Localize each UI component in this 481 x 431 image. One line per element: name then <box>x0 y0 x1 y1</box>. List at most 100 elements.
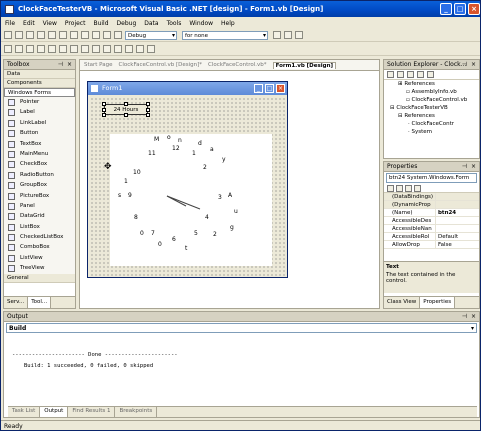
bring-to-front-icon[interactable] <box>136 45 144 53</box>
toolbox-item-linklabel[interactable]: LinkLabel <box>4 117 75 129</box>
tab-class-view[interactable]: Class View <box>384 297 421 308</box>
add-item-icon[interactable] <box>15 31 23 39</box>
refresh-icon[interactable] <box>407 71 414 78</box>
menu-debug[interactable]: Debug <box>117 20 137 27</box>
undo-icon[interactable] <box>92 31 100 39</box>
menu-view[interactable]: View <box>43 20 57 27</box>
toolbox-item-listview[interactable]: ListView <box>4 252 75 264</box>
center-horizontally-icon[interactable] <box>125 45 133 53</box>
align-tops-icon[interactable] <box>37 45 45 53</box>
align-rights-icon[interactable] <box>26 45 34 53</box>
toolbox-section-data[interactable]: Data <box>4 70 75 79</box>
toolbox-section-general[interactable]: General <box>4 273 75 283</box>
toolbox-icon[interactable] <box>295 31 303 39</box>
align-lefts-icon[interactable] <box>4 45 12 53</box>
toolbox-item-mainmenu[interactable]: MainMenu <box>4 148 75 160</box>
menu-project[interactable]: Project <box>65 20 86 27</box>
tree-item-references[interactable]: ⊟ References <box>384 112 479 120</box>
menu-tools[interactable]: Tools <box>167 20 182 27</box>
maximize-button[interactable]: □ <box>454 3 466 15</box>
save-icon[interactable] <box>37 31 45 39</box>
resize-handle[interactable] <box>146 113 150 117</box>
properties-icon[interactable] <box>284 31 292 39</box>
property-row[interactable]: AllowDrop False <box>384 241 479 249</box>
menu-build[interactable]: Build <box>93 20 108 27</box>
tab-clockfacecontrol-design[interactable]: ClockFaceControl.vb [Design]* <box>119 62 203 68</box>
paste-icon[interactable] <box>81 31 89 39</box>
toolbox-item-textbox[interactable]: TextBox <box>4 138 75 149</box>
size-to-grid-icon[interactable] <box>92 45 100 53</box>
align-centers-icon[interactable] <box>15 45 23 53</box>
toolbox-item-combobox[interactable]: ComboBox <box>4 242 75 253</box>
property-row[interactable]: (DataBindings) <box>384 193 479 201</box>
alphabetical-icon[interactable] <box>396 184 403 192</box>
tree-item-references[interactable]: ⊞ References <box>384 80 479 88</box>
toolbox-item-radiobutton[interactable]: RadioButton <box>4 169 75 181</box>
tab-form1-design[interactable]: Form1.vb [Design] <box>272 61 337 69</box>
tree-item-clockfacetestervb[interactable]: ⊟ ClockFaceTesterVB <box>384 104 479 112</box>
form-designer-surface[interactable]: Form1 _ □ × 24 Hours M o n d a y 12 1 2 … <box>80 71 379 308</box>
resize-handle[interactable] <box>102 113 106 117</box>
close-icon[interactable]: × <box>67 60 72 70</box>
resize-handle[interactable] <box>146 108 150 112</box>
save-all-icon[interactable] <box>48 31 56 39</box>
show-all-files-icon[interactable] <box>417 71 424 78</box>
toolbox-section-components[interactable]: Components <box>4 79 75 88</box>
close-icon[interactable]: × <box>471 312 476 322</box>
view-code-icon[interactable] <box>387 71 394 78</box>
align-bottoms-icon[interactable] <box>59 45 67 53</box>
redo-icon[interactable] <box>103 31 111 39</box>
property-row[interactable]: AccessibleDes <box>384 217 479 225</box>
vertical-spacing-icon[interactable] <box>114 45 122 53</box>
menu-window[interactable]: Window <box>189 20 213 27</box>
find-combo[interactable]: for none <box>182 30 268 40</box>
pin-icon[interactable]: ⊣ <box>462 312 467 322</box>
output-source-select[interactable]: Build <box>6 323 477 333</box>
toolbox-item-checkedlistbox[interactable]: CheckedListBox <box>4 232 75 243</box>
minimize-button[interactable]: _ <box>440 3 452 15</box>
open-icon[interactable] <box>26 31 34 39</box>
resize-handle[interactable] <box>124 113 128 117</box>
tab-server-explorer[interactable]: Serv... <box>4 297 29 308</box>
make-same-width-icon[interactable] <box>70 45 78 53</box>
horizontal-spacing-icon[interactable] <box>103 45 111 53</box>
new-project-icon[interactable] <box>4 31 12 39</box>
toolbox-item-button[interactable]: Button <box>4 128 75 139</box>
toolbox-item-panel[interactable]: Panel <box>4 200 75 212</box>
menu-help[interactable]: Help <box>221 20 235 27</box>
tree-item-clockfacecontrol[interactable]: ▫ ClockFaceControl.vb <box>384 96 479 104</box>
output-text[interactable]: ---------------------- Done ------------… <box>12 350 178 372</box>
solution-explorer-icon[interactable] <box>273 31 281 39</box>
tab-properties[interactable]: Properties <box>420 297 456 308</box>
pin-icon[interactable]: ⊣ <box>462 162 467 172</box>
resize-handle[interactable] <box>146 102 150 106</box>
properties-icon[interactable] <box>427 71 434 78</box>
config-combo[interactable]: Debug <box>125 30 177 40</box>
property-row[interactable]: AccessibleRol Default <box>384 233 479 241</box>
toolbox-item-checkbox[interactable]: CheckBox <box>4 159 75 170</box>
tab-output[interactable]: Output <box>40 407 69 417</box>
send-to-back-icon[interactable] <box>147 45 155 53</box>
resize-handle[interactable] <box>102 108 106 112</box>
categorized-icon[interactable] <box>387 184 394 192</box>
pin-icon[interactable]: ⊣ <box>462 60 467 70</box>
object-selector[interactable]: btn24 System.Windows.Form <box>386 173 477 183</box>
toolbox-item-label[interactable]: Label <box>4 107 75 118</box>
close-icon[interactable]: × <box>471 60 476 70</box>
clock-face-control[interactable]: M o n d a y 12 1 2 3 4 5 6 7 8 9 10 11 A… <box>104 134 272 266</box>
menu-edit[interactable]: Edit <box>23 20 35 27</box>
tree-item-clockfacecontrol-ref[interactable]: · ClockFaceContr <box>384 120 479 128</box>
tab-clockfacecontrol-code[interactable]: ClockFaceControl.vb* <box>208 62 267 68</box>
menu-file[interactable]: File <box>5 20 15 27</box>
toolbox-item-treeview[interactable]: TreeView <box>4 263 75 274</box>
tab-find-results[interactable]: Find Results 1 <box>68 407 116 417</box>
tab-breakpoints[interactable]: Breakpoints <box>115 407 158 417</box>
form1-window[interactable]: Form1 _ □ × 24 Hours M o n d a y 12 1 2 … <box>87 81 288 278</box>
form1-client-area[interactable]: 24 Hours M o n d a y 12 1 2 3 4 5 6 7 8 … <box>90 97 285 276</box>
toolbox-item-picturebox[interactable]: PictureBox <box>4 190 75 201</box>
view-designer-icon[interactable] <box>397 71 404 78</box>
menu-data[interactable]: Data <box>144 20 158 27</box>
events-icon[interactable] <box>414 184 421 192</box>
toolbox-item-datagrid[interactable]: DataGrid <box>4 211 75 222</box>
align-middles-icon[interactable] <box>48 45 56 53</box>
